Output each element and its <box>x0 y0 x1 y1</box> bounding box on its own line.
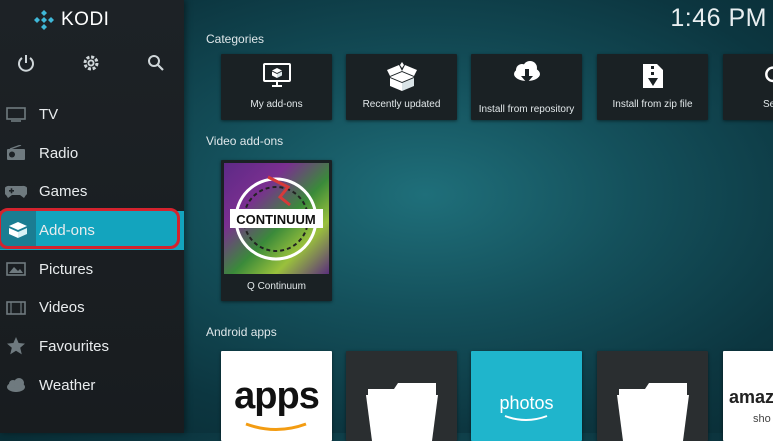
star-icon <box>5 337 27 355</box>
sidebar-item-addons[interactable]: Add-ons <box>0 208 184 250</box>
kodi-logo-text: KODI <box>61 9 110 30</box>
tile-android-apps-store[interactable]: apps <box>221 351 332 441</box>
sidebar-item-label: TV <box>39 105 59 123</box>
radio-icon <box>5 144 27 162</box>
addon-box-icon <box>0 211 36 250</box>
apps-art-text: apps <box>234 375 320 417</box>
amazon-smile-icon <box>504 415 548 421</box>
gamepad-icon <box>5 183 27 201</box>
cloud-download-icon <box>513 61 540 83</box>
film-icon <box>5 299 27 317</box>
tv-icon <box>5 105 27 123</box>
sidebar-item-label: Favourites <box>39 337 110 355</box>
sidebar-item-label: Add-ons <box>39 221 95 239</box>
sidebar-item-label: Radio <box>39 144 79 162</box>
sidebar-item-videos[interactable]: Videos <box>0 288 184 327</box>
continuum-logo-icon: CONTINUUM <box>230 175 323 261</box>
sidebar-item-label: Videos <box>39 299 85 317</box>
tile-label: Install from repository <box>478 104 575 115</box>
picture-icon <box>5 260 27 278</box>
sidebar-item-weather[interactable]: Weather <box>0 366 184 405</box>
tile-install-from-repository[interactable]: Install from repository <box>471 54 582 120</box>
sidebar-item-pictures[interactable]: Pictures <box>0 250 184 289</box>
tile-my-addons[interactable]: My add-ons <box>221 54 332 120</box>
amazon-art-text: amaz <box>729 387 773 407</box>
kodi-logo[interactable]: KODI <box>34 9 109 31</box>
kodi-logo-icon <box>34 10 54 30</box>
tile-q-continuum[interactable]: CONTINUUM Q Continuum <box>221 160 332 301</box>
zip-file-icon <box>642 64 663 88</box>
folder-icon <box>366 383 438 441</box>
tile-label: Se <box>763 99 773 110</box>
clock: 1:46 PM <box>670 4 767 32</box>
tile-label: My add-ons <box>250 99 303 110</box>
settings-icon[interactable] <box>80 52 102 74</box>
search-icon[interactable] <box>145 52 167 74</box>
tile-label: Q Continuum <box>247 281 306 292</box>
sidebar-item-tv[interactable]: TV <box>0 95 184 134</box>
power-icon[interactable] <box>15 52 37 74</box>
tile-amazon-shopping[interactable]: amaz sho <box>723 351 773 441</box>
tile-search[interactable]: Se <box>723 54 773 120</box>
monitor-box-icon <box>262 63 291 87</box>
weather-icon <box>5 376 27 394</box>
open-box-icon <box>386 62 417 91</box>
sidebar: KODI TV Radio Games Add-ons Pictures Vid… <box>0 0 184 433</box>
search-icon <box>765 66 773 83</box>
sidebar-item-favourites[interactable]: Favourites <box>0 327 184 366</box>
tile-label: Recently updated <box>362 99 441 110</box>
sidebar-item-label: Pictures <box>39 260 94 278</box>
section-title-video-addons: Video add-ons <box>206 134 284 148</box>
sidebar-item-label: Games <box>39 183 88 201</box>
photos-art-text: photos <box>499 393 554 413</box>
tile-recently-updated[interactable]: Recently updated <box>346 54 457 120</box>
folder-icon <box>617 383 689 441</box>
tile-amazon-photos[interactable]: photos <box>471 351 582 441</box>
amazon-art-subtext: sho <box>753 413 771 425</box>
section-title-categories: Categories <box>206 32 265 46</box>
section-title-android-apps: Android apps <box>206 325 277 339</box>
tile-label: Install from zip file <box>612 99 693 110</box>
sidebar-item-games[interactable]: Games <box>0 172 184 211</box>
tile-android-folder-1[interactable] <box>346 351 457 441</box>
sidebar-nav: TV Radio Games Add-ons Pictures Videos F… <box>0 95 184 405</box>
top-icon-row <box>0 52 184 74</box>
continuum-art-text: CONTINUUM <box>236 212 315 227</box>
tile-android-folder-2[interactable] <box>597 351 708 441</box>
sidebar-item-label: Weather <box>39 376 96 394</box>
tile-install-from-zip[interactable]: Install from zip file <box>597 54 708 120</box>
q-continuum-artwork: CONTINUUM <box>224 163 329 274</box>
sidebar-item-radio[interactable]: Radio <box>0 134 184 173</box>
